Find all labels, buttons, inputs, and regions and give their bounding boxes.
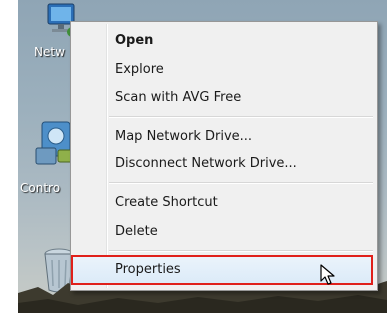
mouse-pointer-icon <box>320 264 335 285</box>
control-panel-icon-label: Contro <box>20 181 61 195</box>
menu-item-explore[interactable]: Explore <box>115 62 164 77</box>
menu-item-scan-avg[interactable]: Scan with AVG Free <box>115 90 241 105</box>
menu-item-delete[interactable]: Delete <box>115 224 158 239</box>
context-menu: Open Explore Scan with AVG Free Map Netw… <box>70 21 378 291</box>
menu-separator <box>109 116 373 118</box>
menu-item-properties[interactable]: Properties <box>115 262 181 277</box>
menu-icon-strip <box>106 24 108 288</box>
menu-item-disconnect-network-drive[interactable]: Disconnect Network Drive... <box>115 156 297 171</box>
menu-item-create-shortcut[interactable]: Create Shortcut <box>115 195 218 210</box>
network-icon-label: Netw <box>34 45 65 59</box>
menu-separator <box>109 250 373 252</box>
menu-item-map-network-drive[interactable]: Map Network Drive... <box>115 129 252 144</box>
menu-separator <box>109 182 373 184</box>
menu-item-open[interactable]: Open <box>115 33 153 48</box>
